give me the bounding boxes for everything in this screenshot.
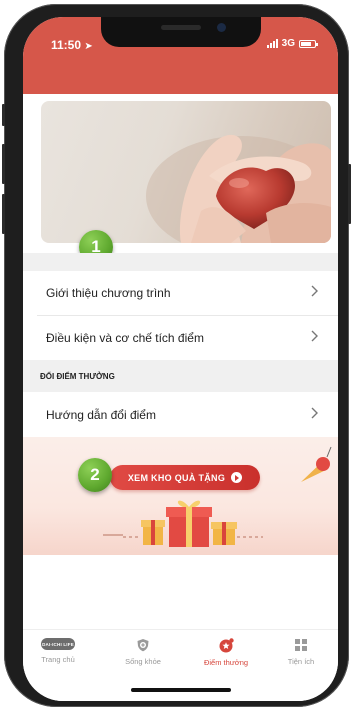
tab-healthy-living[interactable]: Sống khỏe xyxy=(108,638,178,666)
step-badge-2: 2 xyxy=(78,458,112,492)
star-badge-icon xyxy=(219,638,234,653)
location-arrow-icon: ➤ xyxy=(84,41,93,52)
section-title-label: ĐỔI ĐIỂM THƯỞNG xyxy=(40,371,115,381)
dai-ichi-life-logo: DAI-ICHI LIFE xyxy=(41,638,75,650)
status-time: 11:50 xyxy=(51,38,82,52)
tab-utilities-label: Tiện ích xyxy=(287,657,315,666)
status-bar: 11:50 ➤ 3G xyxy=(23,17,338,94)
mute-switch xyxy=(2,104,5,126)
network-type: 3G xyxy=(281,38,295,49)
step-badge-2-number: 2 xyxy=(90,465,100,484)
menu-item-program-intro[interactable]: Giới thiệu chương trình xyxy=(23,271,338,315)
front-camera xyxy=(217,23,226,32)
chevron-right-icon xyxy=(311,330,318,342)
app-screen: 11:50 ➤ 3G 1 Giới thiệu chương trình Điề… xyxy=(23,17,338,701)
hero-banner-image[interactable] xyxy=(41,101,331,243)
tab-utilities[interactable]: Tiện ích xyxy=(266,638,336,666)
view-gift-store-button[interactable]: XEM KHO QUÀ TẶNG xyxy=(110,465,260,490)
play-circle-icon xyxy=(231,472,243,483)
menu-item-label: Điều kiện và cơ chế tích điểm xyxy=(46,331,204,345)
shield-plus-icon xyxy=(137,639,149,652)
tab-home[interactable]: DAI-ICHI LIFE Trang chủ xyxy=(23,638,93,664)
grid-icon xyxy=(295,639,307,651)
chevron-right-icon xyxy=(311,285,318,297)
chevron-right-icon xyxy=(311,407,318,419)
tab-reward-points-label: Điểm thưởng xyxy=(203,658,249,667)
menu-item-redeem-guide[interactable]: Hướng dẫn đổi điểm xyxy=(23,393,338,437)
speaker-grille xyxy=(161,25,201,30)
signal-icon xyxy=(266,39,278,48)
tab-reward-points[interactable]: Điểm thưởng xyxy=(191,638,261,667)
gift-store-promo-banner[interactable]: XEM KHO QUÀ TẶNG xyxy=(23,437,338,555)
tab-healthy-living-label: Sống khỏe xyxy=(125,657,161,666)
hands-heart-illustration xyxy=(146,134,331,243)
section-spacer xyxy=(23,253,338,271)
logo-text: DAI-ICHI LIFE xyxy=(42,641,74,647)
menu-item-label: Hướng dẫn đổi điểm xyxy=(46,408,156,422)
volume-up-button xyxy=(2,144,5,184)
battery-icon xyxy=(299,39,318,48)
view-gift-store-label: XEM KHO QUÀ TẶNG xyxy=(127,472,226,483)
home-indicator[interactable] xyxy=(131,688,231,692)
menu-item-label: Giới thiệu chương trình xyxy=(46,286,171,300)
gift-boxes-illustration xyxy=(103,446,332,547)
menu-item-point-conditions[interactable]: Điều kiện và cơ chế tích điểm xyxy=(23,316,338,360)
power-button xyxy=(348,164,351,224)
section-title-redeem: ĐỔI ĐIỂM THƯỞNG xyxy=(23,360,338,392)
phone-frame: 11:50 ➤ 3G 1 Giới thiệu chương trình Điề… xyxy=(2,4,351,707)
status-time-wrap: 11:50 ➤ xyxy=(51,38,93,52)
volume-down-button xyxy=(2,194,5,234)
tab-home-label: Trang chủ xyxy=(41,655,75,664)
status-indicators: 3G xyxy=(266,38,318,49)
notch xyxy=(101,17,261,47)
